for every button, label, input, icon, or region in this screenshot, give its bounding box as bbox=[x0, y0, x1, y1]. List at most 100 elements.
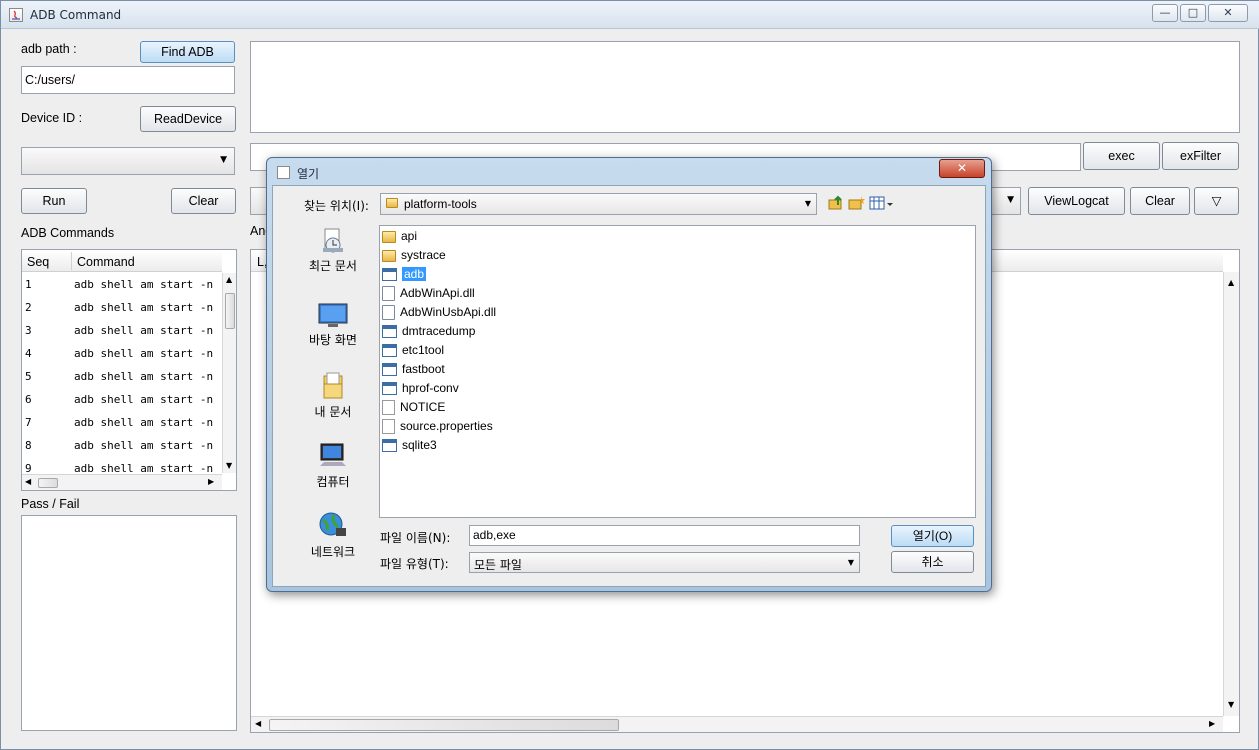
minimize-button[interactable]: — bbox=[1152, 4, 1178, 22]
folder-icon bbox=[386, 198, 398, 208]
cancel-button[interactable]: 취소 bbox=[891, 551, 974, 573]
maximize-button[interactable]: □ bbox=[1180, 4, 1206, 22]
file-item[interactable]: AdbWinApi.dll bbox=[382, 284, 972, 303]
scroll-left-icon[interactable]: ◀ bbox=[255, 719, 261, 728]
desktop-icon bbox=[318, 302, 348, 328]
dialog-close-button[interactable]: ✕ bbox=[939, 159, 985, 178]
java-app-icon bbox=[9, 8, 23, 22]
executable-icon bbox=[382, 439, 397, 453]
table-row[interactable]: 1 adb shell am start -n bbox=[22, 273, 222, 296]
place-my-documents[interactable]: 내 문서 bbox=[291, 368, 375, 430]
file-item[interactable]: source.properties bbox=[382, 417, 972, 436]
close-button[interactable]: ✕ bbox=[1208, 4, 1248, 22]
executable-icon bbox=[382, 382, 397, 396]
adb-path-input[interactable]: C:/users/ bbox=[21, 66, 235, 94]
file-name: AdbWinUsbApi.dll bbox=[400, 305, 497, 319]
device-select[interactable]: ▼ bbox=[21, 147, 235, 175]
executable-icon bbox=[382, 363, 397, 377]
table-row[interactable]: 8 adb shell am start -n bbox=[22, 434, 222, 457]
file-name: AdbWinApi.dll bbox=[400, 286, 475, 300]
adb-commands-table: Seq Command 1 adb shell am start -n 2 adb s… bbox=[21, 249, 237, 491]
table-body: 1 adb shell am start -n 2 adb shell am star… bbox=[22, 273, 222, 475]
logcat-vertical-scrollbar[interactable]: ▲ ▼ bbox=[1223, 272, 1239, 716]
output-textarea[interactable] bbox=[250, 41, 1240, 133]
file-item[interactable]: fastboot bbox=[382, 360, 972, 379]
dropdown-arrow-button[interactable]: ▽ bbox=[1194, 187, 1239, 215]
scroll-thumb-h[interactable] bbox=[38, 478, 58, 488]
logcat-horizontal-scrollbar[interactable]: ◀ ▶ bbox=[251, 716, 1223, 732]
row-seq: 2 bbox=[25, 301, 32, 314]
place-label: 바탕 화면 bbox=[309, 333, 357, 347]
column-header-command[interactable]: Command bbox=[77, 255, 135, 269]
row-seq: 4 bbox=[25, 347, 32, 360]
dialog-body: 찾는 위치(I): platform-tools ▼ 최근 문서 바탕 화면 내… bbox=[272, 185, 986, 587]
open-button[interactable]: 열기(O) bbox=[891, 525, 974, 547]
place-desktop[interactable]: 바탕 화면 bbox=[291, 298, 375, 360]
file-list[interactable]: api systrace adb AdbWinApi.dll AdbWinUsbApi.… bbox=[379, 225, 976, 518]
scroll-down-icon[interactable]: ▼ bbox=[226, 461, 232, 470]
file-name: dmtracedump bbox=[402, 324, 476, 338]
scroll-up-icon[interactable]: ▲ bbox=[1228, 278, 1234, 287]
place-label: 네트워크 bbox=[310, 545, 356, 559]
file-item[interactable]: hprof-conv bbox=[382, 379, 972, 398]
find-adb-button[interactable]: Find ADB bbox=[140, 41, 235, 63]
file-item[interactable]: adb bbox=[382, 265, 972, 284]
dll-file-icon bbox=[382, 286, 395, 302]
horizontal-scrollbar[interactable]: ◀ ▶ bbox=[22, 474, 222, 490]
vertical-scrollbar[interactable]: ▲ ▼ bbox=[222, 273, 236, 473]
table-row[interactable]: 7 adb shell am start -n bbox=[22, 411, 222, 434]
table-row[interactable]: 2 adb shell am start -n bbox=[22, 296, 222, 319]
file-item[interactable]: etc1tool bbox=[382, 341, 972, 360]
new-folder-icon[interactable] bbox=[847, 194, 865, 212]
run-button[interactable]: Run bbox=[21, 188, 87, 214]
file-name: sqlite3 bbox=[402, 438, 437, 452]
my-documents-icon bbox=[320, 372, 346, 400]
scroll-thumb[interactable] bbox=[225, 293, 235, 329]
scroll-right-icon[interactable]: ▶ bbox=[208, 477, 214, 486]
scroll-down-icon[interactable]: ▼ bbox=[1228, 700, 1234, 709]
viewlogcat-button[interactable]: ViewLogcat bbox=[1028, 187, 1125, 215]
file-list-body: api systrace adb AdbWinApi.dll AdbWinUsbApi.… bbox=[382, 227, 972, 455]
table-row[interactable]: 3 adb shell am start -n bbox=[22, 319, 222, 342]
up-folder-icon[interactable] bbox=[827, 194, 845, 212]
file-item[interactable]: systrace bbox=[382, 246, 972, 265]
file-name: hprof-conv bbox=[402, 381, 459, 395]
view-menu-icon[interactable] bbox=[869, 194, 895, 212]
scroll-thumb-h[interactable] bbox=[269, 719, 619, 731]
exec-button[interactable]: exec bbox=[1083, 142, 1160, 170]
table-row[interactable]: 5 adb shell am start -n bbox=[22, 365, 222, 388]
look-in-select[interactable]: platform-tools ▼ bbox=[380, 193, 817, 215]
network-icon bbox=[318, 512, 348, 540]
file-item[interactable]: AdbWinUsbApi.dll bbox=[382, 303, 972, 322]
filetype-value: 모든 파일 bbox=[474, 558, 522, 572]
place-recent[interactable]: 최근 문서 bbox=[291, 224, 375, 286]
column-header-seq[interactable]: Seq bbox=[27, 255, 49, 269]
file-item[interactable]: api bbox=[382, 227, 972, 246]
file-name: api bbox=[401, 229, 418, 243]
table-row[interactable]: 6 adb shell am start -n bbox=[22, 388, 222, 411]
clear-button-left[interactable]: Clear bbox=[171, 188, 236, 214]
file-item[interactable]: dmtracedump bbox=[382, 322, 972, 341]
table-row[interactable]: 4 adb shell am start -n bbox=[22, 342, 222, 365]
exfilter-button[interactable]: exFilter bbox=[1162, 142, 1239, 170]
title-bar: ADB Command — □ ✕ bbox=[1, 1, 1259, 29]
row-command: adb shell am start -n bbox=[74, 416, 214, 429]
adb-path-label: adb path : bbox=[21, 42, 77, 56]
file-item[interactable]: NOTICE bbox=[382, 398, 972, 417]
computer-icon bbox=[318, 442, 348, 470]
executable-icon bbox=[382, 325, 397, 339]
place-network[interactable]: 네트워크 bbox=[291, 508, 375, 570]
filename-input[interactable]: adb,exe bbox=[469, 525, 860, 546]
scroll-left-icon[interactable]: ◀ bbox=[25, 477, 31, 486]
row-seq: 3 bbox=[25, 324, 32, 337]
scroll-right-icon[interactable]: ▶ bbox=[1209, 719, 1215, 728]
clear-button-right[interactable]: Clear bbox=[1130, 187, 1190, 215]
read-device-button[interactable]: ReadDevice bbox=[140, 106, 236, 132]
pass-fail-label: Pass / Fail bbox=[21, 497, 80, 511]
filetype-select[interactable]: 모든 파일 ▼ bbox=[469, 552, 860, 573]
place-computer[interactable]: 컴퓨터 bbox=[291, 438, 375, 500]
file-name: source.properties bbox=[400, 419, 493, 433]
file-item[interactable]: sqlite3 bbox=[382, 436, 972, 455]
row-command: adb shell am start -n bbox=[74, 324, 214, 337]
scroll-up-icon[interactable]: ▲ bbox=[226, 275, 232, 284]
